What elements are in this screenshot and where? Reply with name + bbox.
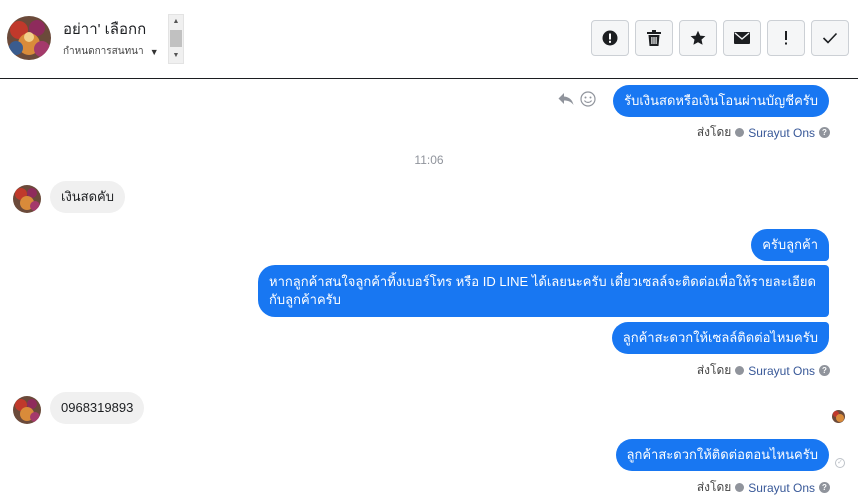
- contact-avatar[interactable]: [7, 16, 51, 60]
- gear-icon: [735, 366, 745, 375]
- scroll-thumb[interactable]: [170, 30, 182, 47]
- help-icon[interactable]: ?: [819, 365, 830, 376]
- sent-by-prefix: ส่งโดย: [696, 363, 732, 377]
- scroll-down-icon[interactable]: ▼: [169, 50, 183, 62]
- conversation-actions: [591, 20, 849, 56]
- gear-icon: [735, 128, 745, 137]
- sent-by-agent[interactable]: Surayut Ons: [748, 126, 815, 140]
- outgoing-message[interactable]: หากลูกค้าสนใจลูกค้าทิ้งเบอร์โทร หรือ ID …: [258, 265, 829, 317]
- caret-down-icon: ▼: [149, 46, 159, 57]
- message-tools: [558, 91, 596, 107]
- help-icon[interactable]: ?: [819, 127, 830, 138]
- sent-by-prefix: ส่งโดย: [696, 125, 732, 139]
- sent-by-agent[interactable]: Surayut Ons: [748, 481, 815, 495]
- trash-icon: [647, 30, 661, 46]
- incoming-message[interactable]: เงินสดคับ: [50, 181, 126, 213]
- mark-spam-button[interactable]: [591, 20, 629, 56]
- check-icon: [822, 32, 838, 44]
- emoji-icon[interactable]: [580, 91, 596, 107]
- outgoing-message[interactable]: รับเงินสดหรือเงินโอนผ่านบัญชีครับ: [613, 85, 829, 117]
- sent-by-label: ส่งโดย Surayut Ons ?: [697, 478, 830, 497]
- envelope-icon: [734, 32, 750, 44]
- gear-icon: [735, 483, 745, 492]
- mark-unread-button[interactable]: [723, 20, 761, 56]
- reply-icon[interactable]: [558, 92, 574, 106]
- label-select-value: กำหนดการสนทนา: [63, 46, 144, 57]
- contact-avatar-small[interactable]: [13, 185, 41, 213]
- mark-done-button[interactable]: [811, 20, 849, 56]
- timestamp-separator: 11:06: [414, 153, 444, 167]
- label-scrollbar[interactable]: ▲ ▼: [168, 14, 184, 64]
- star-icon: [690, 30, 706, 45]
- star-button[interactable]: [679, 20, 717, 56]
- alert-circle-icon: [602, 30, 618, 46]
- seen-avatar: [832, 410, 845, 423]
- scroll-up-icon[interactable]: ▲: [169, 16, 183, 28]
- exclamation-icon: [785, 31, 787, 45]
- contact-avatar-small[interactable]: [13, 396, 41, 424]
- sent-by-label: ส่งโดย Surayut Ons ?: [697, 123, 830, 142]
- incoming-message[interactable]: 0968319893: [50, 392, 145, 424]
- contact-name[interactable]: อย่าา' เลือกก: [63, 17, 146, 41]
- delete-button[interactable]: [635, 20, 673, 56]
- outgoing-message[interactable]: ลูกค้าสะดวกให้เซลล์ติดต่อไหมครับ: [611, 322, 829, 354]
- sent-by-prefix: ส่งโดย: [696, 480, 732, 494]
- conversation-header: อย่าา' เลือกก กำหนดการสนทนา ▼ ▲ ▼: [0, 0, 858, 79]
- outgoing-message[interactable]: ครับลูกค้า: [751, 229, 829, 261]
- mark-important-button[interactable]: [767, 20, 805, 56]
- conversation-label-select[interactable]: กำหนดการสนทนา ▼: [63, 44, 163, 62]
- outgoing-message[interactable]: ลูกค้าสะดวกให้ติดต่อตอนไหนครับ: [615, 439, 829, 471]
- help-icon[interactable]: ?: [819, 482, 830, 493]
- sent-by-agent[interactable]: Surayut Ons: [748, 364, 815, 378]
- sent-by-label: ส่งโดย Surayut Ons ?: [697, 361, 830, 380]
- delivered-check-icon: ✓: [835, 458, 845, 468]
